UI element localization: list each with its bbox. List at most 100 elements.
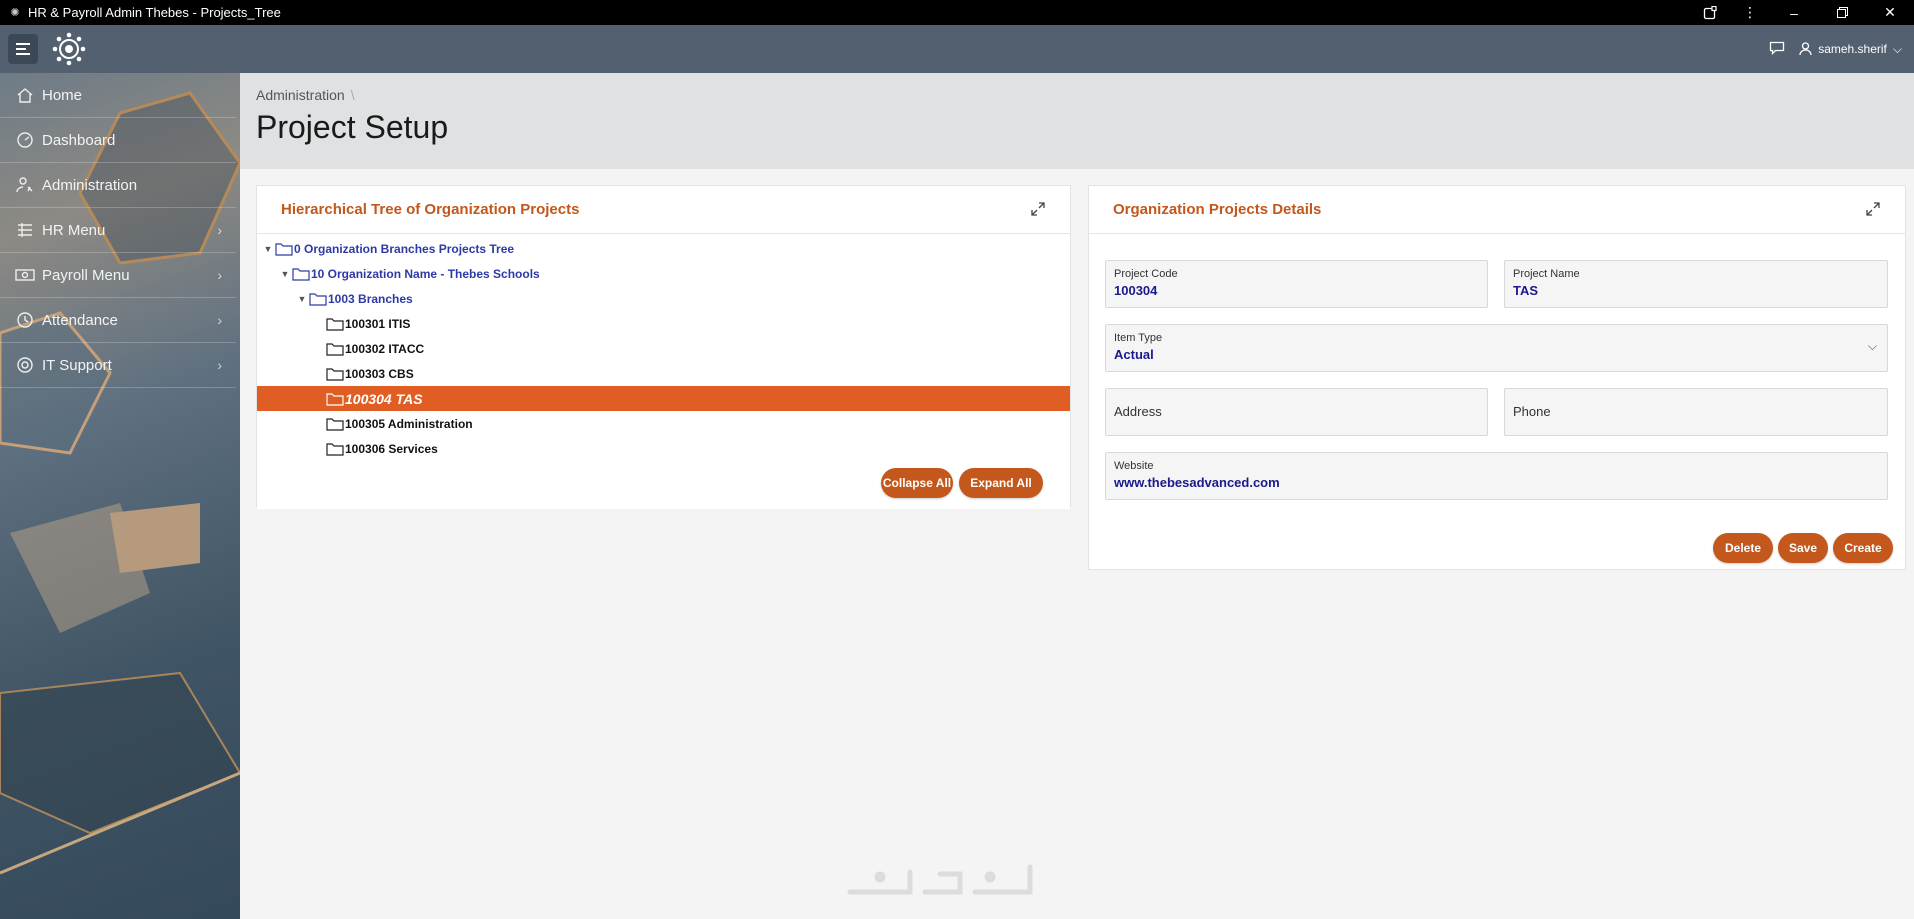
sidebar-item-label: HR Menu [42,221,106,239]
tree-panel-title: Hierarchical Tree of Organization Projec… [281,201,580,218]
chat-icon[interactable] [1769,41,1785,58]
tree-node[interactable]: ▼100301 ITIS [257,311,1070,336]
project-name-label: Project Name [1513,268,1580,280]
money-icon [14,264,36,286]
tree-node[interactable]: ▼ 0 Organization Branches Projects Tree [257,236,1070,261]
expand-toggle-icon[interactable]: ▼ [295,294,309,304]
tree-node-label[interactable]: 100304 TAS [345,391,423,407]
delete-button[interactable]: Delete [1713,533,1773,563]
app-logo[interactable] [52,32,86,66]
sidebar-item-label: Attendance [42,311,118,329]
folder-icon [326,317,345,331]
main-content: Administration \ Project Setup Hierarchic… [240,73,1914,919]
expand-toggle-icon[interactable]: ▼ [278,269,292,279]
extension-icon[interactable] [1690,0,1730,25]
sidebar-item-payroll-menu[interactable]: Payroll Menu › [0,253,236,298]
close-icon[interactable]: ✕ [1866,0,1914,25]
project-code-label: Project Code [1114,268,1178,280]
project-name-value[interactable]: TAS [1513,283,1879,298]
tree-node[interactable]: ▼ 1003 Branches [257,286,1070,311]
address-field[interactable]: Address [1105,388,1488,436]
sidebar-item-attendance[interactable]: Attendance › [0,298,236,343]
sidebar: Home Dashboard Administration HR Menu › Payro… [0,73,240,919]
maximize-icon[interactable] [1030,201,1048,219]
folder-icon [326,367,345,381]
collapse-all-button[interactable]: Collapse All [881,468,953,498]
tree-node[interactable]: ▼100303 CBS [257,361,1070,386]
user-menu[interactable]: sameh.sherif ⌵ [1799,42,1902,57]
chevron-down-icon: ⌵ [1892,41,1902,56]
breadcrumb-item[interactable]: Administration [256,87,345,103]
watermark-logo [847,864,1033,895]
sidebar-item-home[interactable]: Home [0,73,236,118]
item-type-value[interactable]: Actual [1114,347,1879,362]
website-field[interactable]: Website www.thebesadvanced.com [1105,452,1888,500]
sidebar-item-label: Payroll Menu [42,266,130,284]
folder-icon [326,342,345,356]
sidebar-item-it-support[interactable]: IT Support › [0,343,236,388]
sidebar-item-label: Home [42,86,83,104]
window-titlebar: ✺ HR & Payroll Admin Thebes - Projects_T… [0,0,1914,25]
folder-icon [309,292,328,306]
minimize-icon[interactable]: – [1770,0,1818,25]
folder-icon [326,392,345,406]
chevron-right-icon: › [217,267,222,283]
folder-icon [326,417,345,431]
tree-node[interactable]: ▼100302 ITACC [257,336,1070,361]
create-button[interactable]: Create [1833,533,1893,563]
item-type-label: Item Type [1114,332,1163,344]
expand-toggle-icon[interactable]: ▼ [261,244,275,254]
details-panel-title: Organization Projects Details [1113,201,1322,218]
dashboard-icon [14,129,36,151]
support-icon [14,354,36,376]
project-code-value[interactable]: 100304 [1114,283,1479,298]
page-header: Administration \ Project Setup [240,73,1914,169]
list-icon [14,219,36,241]
tree-panel-header: Hierarchical Tree of Organization Projec… [257,186,1070,234]
tree-node[interactable]: ▼100306 Services [257,436,1070,461]
sidebar-item-administration[interactable]: Administration [0,163,236,208]
save-button[interactable]: Save [1778,533,1828,563]
phone-placeholder: Phone [1513,404,1551,419]
expand-all-button[interactable]: Expand All [959,468,1043,498]
tree-node[interactable]: ▼ 10 Organization Name - Thebes Schools [257,261,1070,286]
tree-node-label[interactable]: 100302 ITACC [345,342,424,356]
item-type-select[interactable]: Item Type Actual ⌵ [1105,324,1888,372]
tree-node-selected[interactable]: ▼100304 TAS [257,386,1070,411]
folder-icon [292,267,311,281]
page-title: Project Setup [256,109,449,145]
tree-node-label[interactable]: 100301 ITIS [345,317,410,331]
tree-node-label[interactable]: 10 Organization Name - Thebes Schools [311,267,540,281]
user-icon [1799,42,1812,56]
sidebar-item-dashboard[interactable]: Dashboard [0,118,236,163]
project-code-field[interactable]: Project Code 100304 [1105,260,1488,308]
menu-toggle-button[interactable] [8,34,38,64]
sidebar-item-label: IT Support [42,356,112,374]
sidebar-item-label: Dashboard [42,131,116,149]
chevron-right-icon: › [217,312,222,328]
tree-panel-footer: Collapse All Expand All [257,461,1070,509]
app-header: sameh.sherif ⌵ [0,25,1914,73]
user-settings-icon [14,174,36,196]
tree-node-label[interactable]: 1003 Branches [328,292,413,306]
more-icon[interactable]: ⋮ [1730,0,1770,25]
window-title: HR & Payroll Admin Thebes - Projects_Tre… [28,5,281,20]
user-name: sameh.sherif [1818,42,1887,56]
tree-node-label[interactable]: 100306 Services [345,442,438,456]
restore-icon[interactable] [1818,0,1866,25]
tree-node[interactable]: ▼100305 Administration [257,411,1070,436]
address-placeholder: Address [1114,404,1162,419]
tree-node-label[interactable]: 100305 Administration [345,417,473,431]
maximize-icon[interactable] [1865,201,1883,219]
details-panel-header: Organization Projects Details [1089,186,1905,234]
tree-node-label[interactable]: 0 Organization Branches Projects Tree [294,242,514,256]
app-icon: ✺ [10,7,20,19]
project-name-field[interactable]: Project Name TAS [1504,260,1888,308]
sidebar-item-hr-menu[interactable]: HR Menu › [0,208,236,253]
chevron-down-icon[interactable]: ⌵ [1868,339,1877,354]
website-value[interactable]: www.thebesadvanced.com [1114,475,1879,490]
clock-icon [14,309,36,331]
tree-node-label[interactable]: 100303 CBS [345,367,414,381]
website-label: Website [1114,460,1154,472]
phone-field[interactable]: Phone [1504,388,1888,436]
